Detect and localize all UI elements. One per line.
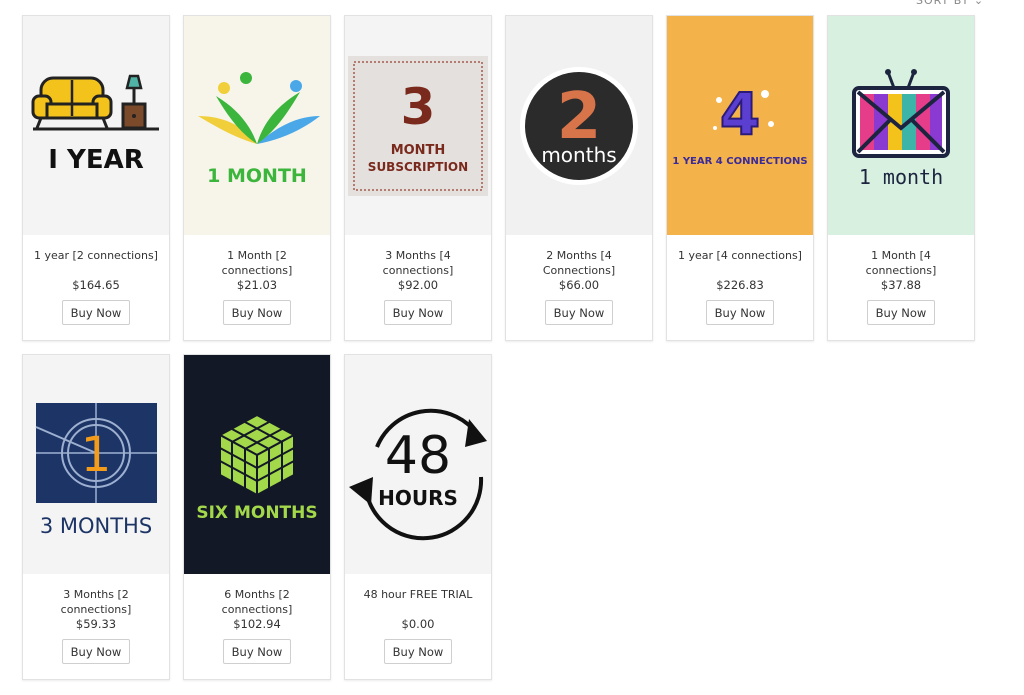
product-image[interactable]: I YEAR	[23, 16, 169, 235]
leaf-logo-icon	[198, 72, 320, 144]
product-price: $92.00	[397, 278, 439, 292]
art-label: SUBSCRIPTION	[368, 160, 468, 174]
art-label: I YEAR	[48, 145, 143, 175]
product-price: $21.03	[236, 278, 278, 292]
product-grid: I YEAR 1 year [2 connections] $164.65 Bu…	[22, 15, 975, 680]
product-title[interactable]: 3 Months [4 connections]	[353, 248, 483, 278]
product-card[interactable]: SIX MONTHS 6 Months [2 connections] $102…	[183, 354, 331, 680]
art-label: months	[541, 143, 616, 167]
buy-now-button[interactable]: Buy Now	[384, 639, 452, 664]
product-image[interactable]: 48 HOURS	[345, 355, 491, 574]
sort-by-dropdown[interactable]: SORT BY ⌄	[916, 0, 984, 8]
product-image[interactable]: 1 3 MONTHS	[23, 355, 169, 574]
product-title[interactable]: 6 Months [2 connections]	[192, 587, 322, 617]
product-card[interactable]: I YEAR 1 year [2 connections] $164.65 Bu…	[22, 15, 170, 341]
product-price: $164.65	[72, 278, 120, 292]
product-image[interactable]: 3 MONTH SUBSCRIPTION	[345, 16, 491, 235]
buy-now-button[interactable]: Buy Now	[706, 300, 774, 325]
product-image[interactable]: SIX MONTHS	[184, 355, 330, 574]
product-price: $102.94	[233, 617, 281, 631]
cube-icon	[217, 413, 297, 497]
art-label: 1 YEAR 4 CONNECTIONS	[672, 156, 807, 167]
product-price: $66.00	[558, 278, 600, 292]
art-number: 1	[81, 427, 112, 483]
buy-now-button[interactable]: Buy Now	[867, 300, 935, 325]
product-title[interactable]: 1 year [4 connections]	[675, 248, 805, 263]
buy-now-button[interactable]: Buy Now	[62, 639, 130, 664]
art-label: 3 MONTHS	[40, 514, 152, 538]
product-image[interactable]: 1 month	[828, 16, 974, 235]
product-image[interactable]: 4 1 YEAR 4 CONNECTIONS	[667, 16, 813, 235]
buy-now-button[interactable]: Buy Now	[384, 300, 452, 325]
product-image[interactable]: 1 MONTH	[184, 16, 330, 235]
buy-now-button[interactable]: Buy Now	[545, 300, 613, 325]
tv-envelope-icon	[852, 69, 950, 158]
art-label: MONTH	[391, 143, 446, 158]
product-card[interactable]: 2 months 2 Months [4 Connections] $66.00…	[505, 15, 653, 341]
product-price: $37.88	[880, 278, 922, 292]
art-number: 48	[385, 426, 451, 486]
product-title[interactable]: 2 Months [4 Connections]	[514, 248, 644, 278]
product-title[interactable]: 1 Month [2 connections]	[192, 248, 322, 278]
product-card[interactable]: 1 MONTH 1 Month [2 connections] $21.03 B…	[183, 15, 331, 341]
product-card[interactable]: 1 month 1 Month [4 connections] $37.88 B…	[827, 15, 975, 341]
product-price: $226.83	[716, 278, 764, 292]
buy-now-button[interactable]: Buy Now	[62, 300, 130, 325]
lamp-icon	[121, 74, 147, 130]
product-price: $0.00	[401, 617, 435, 631]
product-card[interactable]: 1 3 MONTHS 3 Months [2 connections] $59.…	[22, 354, 170, 680]
product-title[interactable]: 1 year [2 connections]	[31, 248, 161, 263]
art-label: HOURS	[378, 486, 458, 510]
product-card[interactable]: 48 HOURS 48 hour FREE TRIAL $0.00 Buy No…	[344, 354, 492, 680]
product-title[interactable]: 3 Months [2 connections]	[31, 587, 161, 617]
product-price: $59.33	[75, 617, 117, 631]
product-title[interactable]: 48 hour FREE TRIAL	[353, 587, 483, 602]
product-title[interactable]: 1 Month [4 connections]	[836, 248, 966, 278]
art-label: 1 month	[859, 165, 943, 189]
product-card[interactable]: 4 1 YEAR 4 CONNECTIONS 1 year [4 connect…	[666, 15, 814, 341]
buy-now-button[interactable]: Buy Now	[223, 639, 291, 664]
art-number: 4	[720, 80, 760, 148]
buy-now-button[interactable]: Buy Now	[223, 300, 291, 325]
art-label: 1 MONTH	[207, 165, 307, 187]
art-label: SIX MONTHS	[196, 503, 317, 523]
product-card[interactable]: 3 MONTH SUBSCRIPTION 3 Months [4 connect…	[344, 15, 492, 341]
art-number: 3	[401, 78, 436, 136]
product-image[interactable]: 2 months	[506, 16, 652, 235]
